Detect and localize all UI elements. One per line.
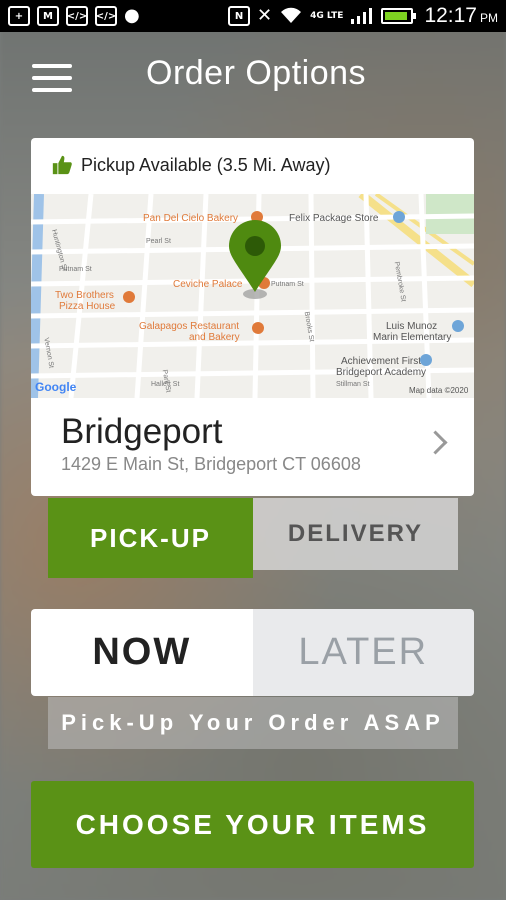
map-label-felix: Felix Package Store bbox=[289, 213, 379, 224]
map-label-galapagos: Galapagos Restaurant bbox=[139, 321, 239, 332]
signal-icon bbox=[351, 8, 373, 24]
timing-note: Pick-Up Your Order ASAP bbox=[48, 697, 458, 749]
pickup-button[interactable]: PICK-UP bbox=[48, 498, 253, 578]
poi-felix-icon bbox=[393, 211, 405, 223]
network-label: 4G LTE bbox=[310, 11, 344, 21]
chevron-right-icon bbox=[423, 430, 448, 455]
clock-time: 12:17 bbox=[424, 4, 477, 27]
plus-icon: + bbox=[8, 6, 30, 26]
mute-icon: ✕ bbox=[257, 5, 273, 26]
battery-icon bbox=[381, 8, 417, 24]
store-card: Pickup Available (3.5 Mi. Away) Pan Del … bbox=[31, 138, 474, 496]
google-logo: Google bbox=[35, 380, 77, 394]
map-label-galapagos-2: and Bakery bbox=[189, 332, 240, 343]
poi-luis-icon bbox=[452, 320, 464, 332]
menu-icon[interactable] bbox=[32, 64, 72, 92]
store-name: Bridgeport bbox=[61, 412, 223, 451]
gmail-icon: M bbox=[37, 6, 59, 26]
store-location-row[interactable]: Bridgeport 1429 E Main St, Bridgeport CT… bbox=[31, 398, 474, 496]
store-map[interactable]: Pan Del Cielo Bakery Ceviche Palace Two … bbox=[31, 194, 474, 398]
page-title: Order Options bbox=[146, 54, 367, 92]
code-icon: </> bbox=[66, 6, 88, 26]
poi-pizza-icon bbox=[123, 291, 135, 303]
header: Order Options bbox=[0, 32, 506, 124]
map-label-pearl: Pearl St bbox=[146, 238, 171, 245]
delivery-button[interactable]: DELIVERY bbox=[253, 498, 458, 570]
map-label-two-brothers-2: Pizza House bbox=[59, 301, 116, 312]
clock: 12:17 PM bbox=[424, 4, 498, 28]
nfc-icon: N bbox=[228, 6, 251, 26]
timing-toggle: NOW LATER bbox=[31, 609, 474, 696]
status-bar: + M </> </> ● N ✕ 4G LTE 12:17 PM bbox=[0, 0, 506, 32]
map-label-ceviche: Ceviche Palace bbox=[173, 279, 243, 290]
order-type-toggle: PICK-UP DELIVERY bbox=[48, 498, 458, 578]
map-label-bakery: Pan Del Cielo Bakery bbox=[143, 213, 238, 224]
map-label-two-brothers: Two Brothers bbox=[55, 290, 114, 301]
map-attribution: Map data ©2020 bbox=[409, 386, 469, 395]
poi-galapagos-icon bbox=[252, 322, 264, 334]
map-label-putnam-2: Putnam St bbox=[271, 281, 304, 288]
wifi-icon bbox=[281, 7, 302, 23]
availability-row: Pickup Available (3.5 Mi. Away) bbox=[51, 154, 330, 176]
thumbs-up-icon bbox=[52, 155, 72, 175]
map-label-luis-2: Marin Elementary bbox=[373, 332, 451, 343]
code-icon: </> bbox=[95, 6, 117, 26]
map-label-luis: Luis Munoz bbox=[386, 321, 437, 332]
map-label-achievement-2: Bridgeport Academy bbox=[336, 367, 426, 378]
clock-ampm: PM bbox=[480, 11, 498, 25]
map-label-stillman: Stillman St bbox=[336, 381, 370, 388]
poi-achievement-icon bbox=[420, 354, 432, 366]
store-address: 1429 E Main St, Bridgeport CT 06608 bbox=[61, 454, 361, 474]
now-button[interactable]: NOW bbox=[31, 609, 253, 696]
availability-text: Pickup Available (3.5 Mi. Away) bbox=[81, 154, 331, 175]
choose-items-button[interactable]: CHOOSE YOUR ITEMS bbox=[31, 781, 474, 868]
map-label-achievement: Achievement First bbox=[341, 356, 421, 367]
chat-icon: ● bbox=[124, 5, 140, 26]
later-button[interactable]: LATER bbox=[252, 609, 474, 696]
